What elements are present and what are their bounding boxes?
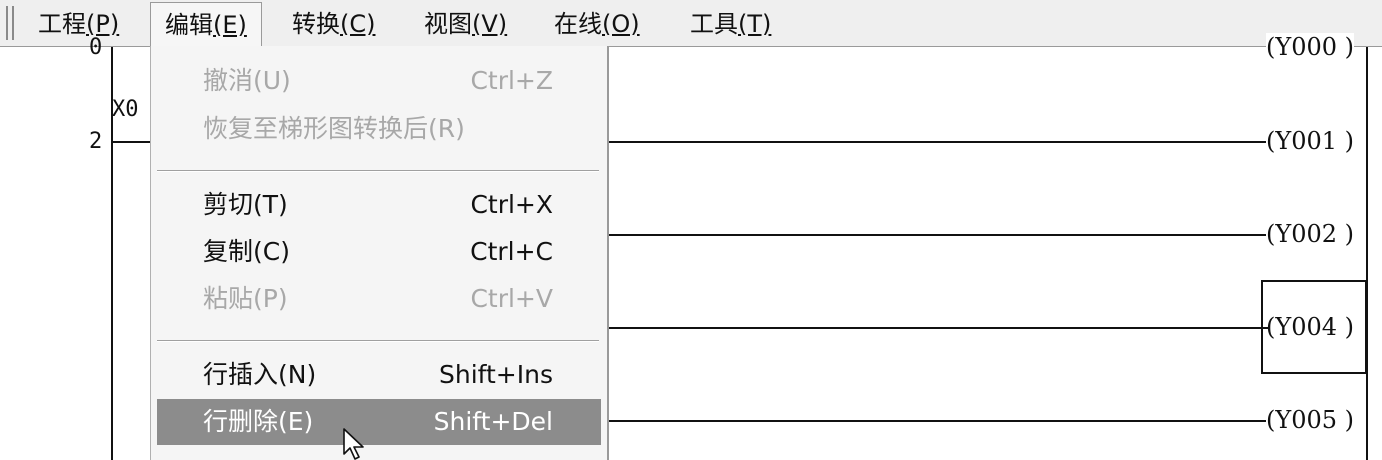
menu-item-label: 剪切(T) <box>203 190 288 219</box>
coil-output[interactable]: (Y000 ) <box>1266 33 1355 61</box>
menu-edit-text: 编辑 <box>165 11 213 39</box>
rung-line <box>606 141 1268 143</box>
rung-line <box>111 141 151 143</box>
menu-view[interactable]: 视图(V) <box>424 6 507 42</box>
step-number: 0 <box>89 35 103 60</box>
menu-item-delete-row[interactable]: 行删除(E) Shift+Del <box>157 399 601 445</box>
menu-online[interactable]: 在线(O) <box>554 6 640 42</box>
menu-online-key: (O) <box>602 10 640 38</box>
step-number: 2 <box>89 129 103 154</box>
menu-item-shortcut: Ctrl+X <box>470 190 553 219</box>
menu-tools-text: 工具 <box>690 10 738 38</box>
menu-item-cut[interactable]: 剪切(T) Ctrl+X <box>157 182 601 228</box>
menu-convert-key: (C) <box>340 10 376 38</box>
contact-label: X0 <box>112 97 139 122</box>
menu-separator <box>157 340 599 342</box>
menu-convert-text: 转换 <box>292 10 340 38</box>
coil-output[interactable]: (Y005 ) <box>1266 406 1355 434</box>
menu-item-label: 行插入(N) <box>203 360 317 389</box>
menu-item-label: 复制(C) <box>203 237 290 266</box>
menu-item-shortcut: Shift+Del <box>433 407 553 436</box>
rung-line <box>606 327 1268 329</box>
menu-item-label: 恢复至梯形图转换后(R) <box>203 114 465 143</box>
menu-item-shortcut: Ctrl+V <box>470 284 553 313</box>
menu-bar: 工程(P) 编辑(E) 转换(C) 视图(V) 在线(O) 工具(T) <box>0 0 1382 47</box>
menu-convert[interactable]: 转换(C) <box>292 6 375 42</box>
menu-edit-key: (E) <box>213 11 247 39</box>
right-power-rail <box>1366 47 1368 460</box>
menu-separator <box>157 170 599 172</box>
menu-item-label: 粘贴(P) <box>203 284 288 313</box>
coil-output[interactable]: (Y002 ) <box>1266 220 1355 248</box>
coil-output[interactable]: (Y004 ) <box>1266 313 1354 341</box>
menu-item-shortcut: Ctrl+Z <box>470 66 553 95</box>
edit-dropdown-menu: 撤消(U) Ctrl+Z 恢复至梯形图转换后(R) 剪切(T) Ctrl+X 复… <box>150 46 609 460</box>
menu-online-text: 在线 <box>554 10 602 38</box>
menu-item-insert-row[interactable]: 行插入(N) Shift+Ins <box>157 352 601 398</box>
menu-tools-key: (T) <box>738 10 772 38</box>
menu-project-key: (P) <box>86 10 120 38</box>
menu-item-shortcut: Shift+Ins <box>438 360 553 389</box>
menu-tools[interactable]: 工具(T) <box>690 6 771 42</box>
rung-line <box>606 234 1268 236</box>
menu-item-copy[interactable]: 复制(C) Ctrl+C <box>157 229 601 275</box>
menu-view-key: (V) <box>472 10 508 38</box>
menu-item-label: 撤消(U) <box>203 66 291 95</box>
mouse-pointer-icon <box>343 428 364 460</box>
menu-item-undo: 撤消(U) Ctrl+Z <box>157 58 601 104</box>
menu-item-label: 行删除(E) <box>203 407 314 436</box>
menu-project[interactable]: 工程(P) <box>38 6 119 42</box>
menu-view-text: 视图 <box>424 10 472 38</box>
menu-project-text: 工程 <box>38 10 86 38</box>
menu-edit[interactable]: 编辑(E) <box>150 2 262 47</box>
menu-item-restore-after-convert: 恢复至梯形图转换后(R) <box>157 106 601 152</box>
coil-output[interactable]: (Y001 ) <box>1266 127 1355 155</box>
toolbar-grip[interactable] <box>6 6 14 40</box>
menu-item-paste: 粘贴(P) Ctrl+V <box>157 276 601 322</box>
rung-line <box>606 420 1268 422</box>
menu-item-shortcut: Ctrl+C <box>470 237 553 266</box>
